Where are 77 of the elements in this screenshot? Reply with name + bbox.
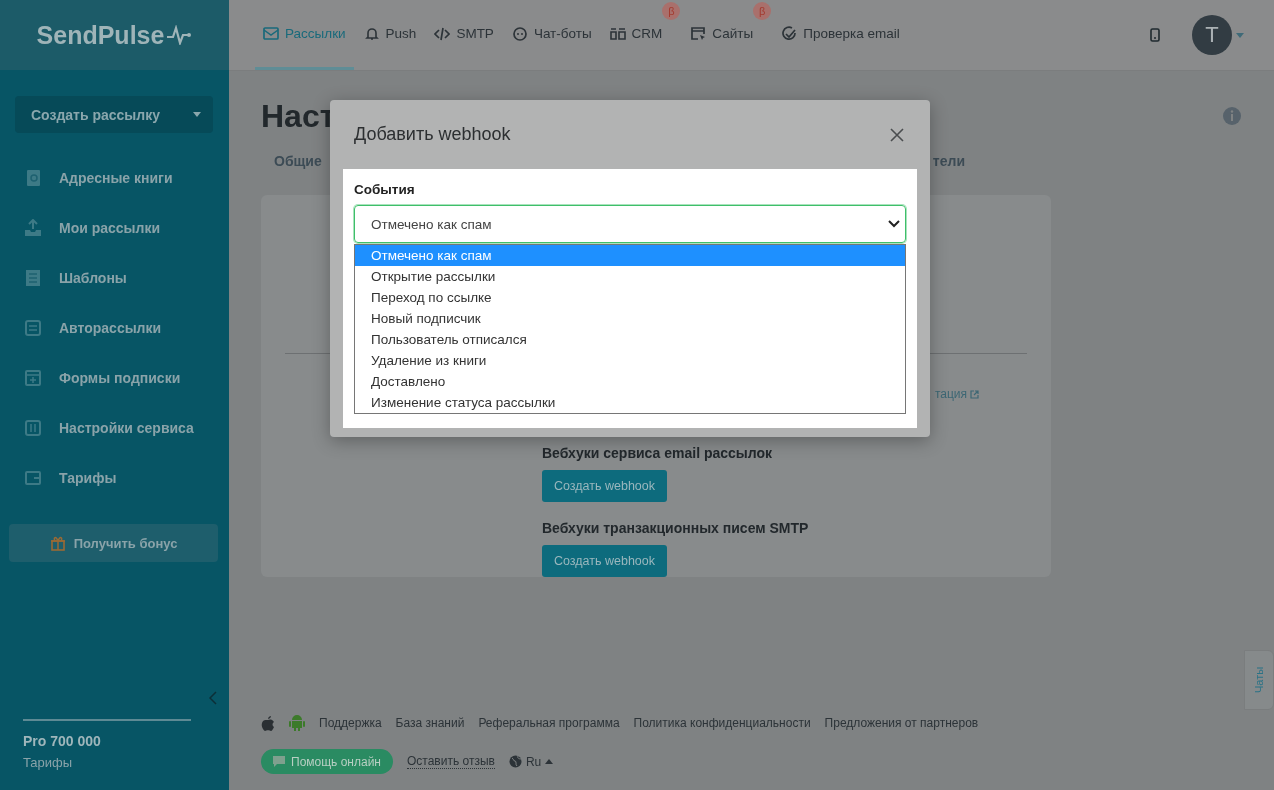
sidebar-item[interactable]: Адресные книги (0, 153, 229, 203)
settings-tab[interactable]: тели (932, 153, 965, 169)
section-heading: Вебхуки сервиса email рассылок (542, 445, 773, 461)
sidebar-item[interactable]: Настройки сервиса (0, 403, 229, 453)
android-icon (289, 715, 305, 731)
help-online-button[interactable]: Помощь онлайн (261, 749, 393, 774)
sidebar-item[interactable]: Формы подписки (0, 353, 229, 403)
pulse-icon (166, 25, 193, 45)
columns-icon (609, 25, 626, 42)
caret-icon (1236, 32, 1244, 38)
feedback-link[interactable]: Оставить отзыв (407, 754, 495, 769)
nav-tab[interactable]: Рассылки (255, 0, 354, 70)
dropdown-option[interactable]: Пользователь отписался (355, 329, 905, 350)
footer-link[interactable]: База знаний (395, 716, 465, 730)
apple-icon (261, 715, 275, 731)
globe-icon (508, 755, 522, 768)
bonus-button[interactable]: Получить бонус (9, 524, 218, 562)
caret-icon (193, 112, 201, 117)
sidebar-item[interactable]: Тарифы (0, 453, 229, 503)
settings-tab[interactable]: Общие (274, 153, 322, 169)
dropdown-option[interactable]: Изменение статуса рассылки (355, 392, 905, 413)
gift-icon (49, 535, 66, 551)
create-campaign-button[interactable]: Создать рассылку (15, 96, 213, 133)
logo-text: SendPulse (36, 20, 165, 50)
sidebar-item[interactable]: Авторассылки (0, 303, 229, 353)
chevron-left-icon (209, 691, 217, 705)
create-webhook-button[interactable]: Создать webhook (542, 545, 667, 577)
dropdown-option[interactable]: Отмечено как спам (355, 245, 905, 266)
external-link-icon (970, 389, 979, 399)
dropdown-option[interactable]: Переход по ссылке (355, 287, 905, 308)
pricing-link[interactable]: Тарифы (0, 749, 229, 790)
footer-link[interactable]: Политика конфиденциальности (633, 716, 811, 730)
nav-tab[interactable]: Проверка email (773, 0, 908, 70)
sidebar-item[interactable]: Шаблоны (0, 253, 229, 303)
language-selector[interactable]: Ru (508, 754, 554, 769)
dropdown-option[interactable]: Новый подписчик (355, 308, 905, 329)
dropdown-option[interactable]: Доставлено (355, 371, 905, 392)
avatar[interactable]: T (1192, 15, 1232, 55)
document-icon (24, 269, 42, 287)
beta-badge: β (753, 2, 772, 20)
info-icon (1223, 107, 1241, 125)
nav-tab[interactable]: Push (355, 0, 425, 70)
code-icon (434, 25, 451, 42)
bell-icon (363, 25, 380, 42)
field-label: События (354, 182, 416, 197)
check-circle-icon (781, 25, 798, 42)
envelope-icon (263, 25, 279, 42)
footer-link[interactable]: Предложения от партнеров (824, 716, 979, 730)
phone-icon (1150, 28, 1160, 42)
beta-badge: β (662, 2, 681, 20)
section-heading: Вебхуки транзакционных писем SMTP (542, 520, 809, 536)
documentation-link[interactable]: тация (934, 387, 979, 401)
nav-tab[interactable]: Чат-боты (503, 0, 600, 70)
chevron-down-icon (888, 220, 900, 228)
nav-tab[interactable]: Сайты β (682, 0, 772, 70)
nav-tab[interactable]: SMTP (426, 0, 502, 70)
nav-tab[interactable]: CRM β (601, 0, 681, 70)
form-icon (24, 369, 42, 387)
page-title: Наст (261, 97, 336, 135)
sidebar-item[interactable]: Мои рассылки (0, 203, 229, 253)
footer-link[interactable]: Реферальная программа (478, 716, 620, 730)
close-button[interactable] (890, 127, 904, 142)
events-select[interactable]: Отмечено как спам (354, 205, 906, 243)
flow-icon (24, 319, 42, 337)
tray-upload-icon (24, 219, 42, 237)
caret-up-icon (545, 759, 554, 764)
create-webhook-button[interactable]: Создать webhook (542, 470, 667, 502)
dropdown-option[interactable]: Удаление из книги (355, 350, 905, 371)
sliders-icon (24, 419, 42, 437)
book-icon (24, 169, 42, 187)
plan-name: Pro 700 000 (22, 733, 102, 749)
close-icon (890, 127, 904, 142)
modal-title: Добавить webhook (354, 124, 511, 145)
dropdown-option[interactable]: Открытие рассылки (355, 266, 905, 287)
wallet-icon (24, 469, 42, 487)
footer-link[interactable]: Поддержка (319, 716, 382, 730)
browser-cursor-icon (690, 25, 707, 42)
